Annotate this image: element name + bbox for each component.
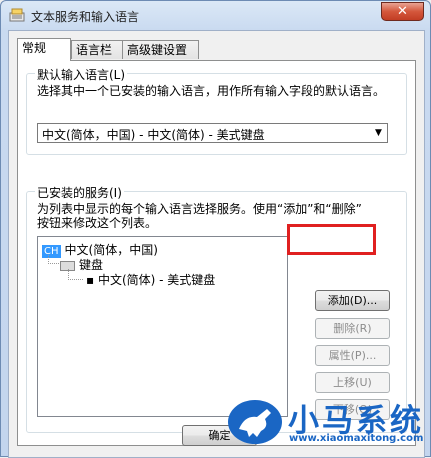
default-language-group: 默认输入语言(L) 选择其中一个已安装的输入语言，用作所有输入字段的默认语言。 … — [26, 66, 407, 155]
default-language-description: 选择其中一个已安装的输入语言，用作所有输入字段的默认语言。 — [37, 84, 386, 98]
dialog-window: 文本服务和输入语言 ✕ 常规 语言栏 高级键设置 默认输入语言(L) 选择其中一… — [0, 0, 431, 458]
tab-language-bar[interactable]: 语言栏 — [71, 40, 123, 59]
title-bar[interactable]: 文本服务和输入语言 ✕ — [1, 1, 430, 29]
tab-general[interactable]: 常规 — [17, 38, 71, 61]
horse-logo-icon — [228, 400, 282, 444]
installed-services-tree[interactable]: CH 中文(简体，中国) 键盘 ▪ 中文(简体) - 美式键盘 — [37, 236, 288, 417]
chevron-down-icon[interactable]: ▼ — [370, 124, 387, 142]
close-button[interactable]: ✕ — [381, 2, 424, 21]
bullet-icon: ▪ — [86, 273, 98, 287]
tab-advanced-key-settings[interactable]: 高级键设置 — [122, 40, 199, 59]
installed-services-description-1: 为列表中显示的每个输入语言选择服务。使用“添加”和“删除” — [37, 202, 362, 216]
default-language-value: 中文(简体，中国) - 中文(简体) - 美式键盘 — [42, 128, 265, 142]
default-language-select[interactable]: 中文(简体，中国) - 中文(简体) - 美式键盘 ▼ — [37, 123, 388, 143]
watermark: 小马系统 www.xiaomaxitong.com — [223, 393, 431, 458]
tree-language-label: 中文(简体，中国) — [64, 243, 158, 257]
default-language-label: 默认输入语言(L) — [35, 66, 128, 83]
watermark-url: www.xiaomaxitong.com — [289, 433, 424, 444]
highlight-annotation — [287, 224, 376, 255]
add-button[interactable]: 添加(D)... — [315, 290, 390, 311]
properties-button[interactable]: 属性(P)... — [315, 345, 390, 366]
tree-connector — [48, 255, 59, 264]
installed-services-label: 已安装的服务(I) — [35, 184, 124, 201]
tree-service-label: 中文(简体) - 美式键盘 — [97, 273, 216, 287]
tree-connector — [68, 269, 83, 280]
installed-services-description-2: 按钮来修改这个列表。 — [37, 216, 158, 230]
tree-item-service[interactable]: ▪ 中文(简体) - 美式键盘 — [86, 271, 215, 288]
text-services-icon — [9, 8, 25, 22]
move-up-button[interactable]: 上移(U) — [315, 372, 390, 393]
window-title: 文本服务和输入语言 — [31, 10, 140, 24]
remove-button[interactable]: 删除(R) — [315, 318, 390, 339]
